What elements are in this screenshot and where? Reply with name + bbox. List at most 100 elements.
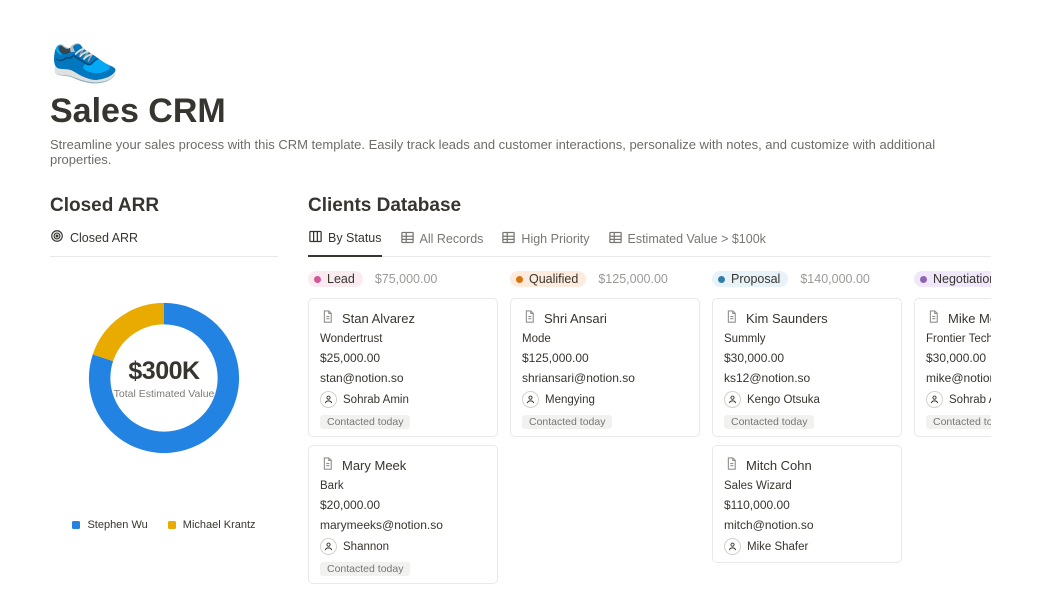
page-icon — [724, 309, 739, 327]
card-email: mike@notion.so — [926, 371, 991, 385]
avatar — [926, 391, 943, 408]
card-email: shriansari@notion.so — [522, 371, 688, 385]
tab-high-priority[interactable]: High Priority — [501, 229, 589, 257]
card-email: ks12@notion.so — [724, 371, 890, 385]
client-card[interactable]: Mike MendezFrontier Tech$30,000.00mike@n… — [914, 298, 991, 437]
card-company: Frontier Tech — [926, 333, 991, 345]
client-card[interactable]: Mary MeekBark$20,000.00marymeeks@notion.… — [308, 445, 498, 584]
tab-all-records[interactable]: All Records — [400, 229, 484, 257]
status-dot-icon — [718, 276, 725, 283]
status-label: Negotiation — [933, 272, 991, 286]
legend-swatch — [72, 521, 80, 529]
page-icon — [724, 456, 739, 474]
view-tabs: By Status All Records High Priority Estimat… — [308, 229, 991, 257]
legend-swatch — [168, 521, 176, 529]
donut-sub: Total Estimated Value — [114, 388, 215, 400]
column-total: $140,000.00 — [800, 272, 870, 286]
card-owner: Mengying — [545, 394, 595, 406]
status-pill[interactable]: Qualified — [510, 271, 586, 287]
status-dot-icon — [516, 276, 523, 283]
closed-arr-panel: Closed ARR Closed ARR $300K Total Estima… — [50, 195, 278, 531]
card-name: Stan Alvarez — [342, 311, 415, 326]
tab-label: All Records — [420, 232, 484, 246]
status-label: Proposal — [731, 272, 780, 286]
donut-chart: $300K Total Estimated Value — [79, 293, 249, 463]
closed-arr-view-tab[interactable]: Closed ARR — [50, 229, 278, 257]
card-email: marymeeks@notion.so — [320, 518, 486, 532]
target-icon — [50, 229, 64, 246]
page-icon: 👟 — [50, 20, 991, 86]
avatar — [320, 391, 337, 408]
legend-item: Stephen Wu — [72, 519, 147, 531]
card-owner: Sohrab Amin — [343, 394, 409, 406]
avatar — [522, 391, 539, 408]
column-header: Proposal $140,000.00 — [712, 269, 902, 289]
page-icon — [522, 309, 537, 327]
status-pill[interactable]: Negotiation — [914, 271, 991, 287]
status-pill[interactable]: Lead — [308, 271, 363, 287]
status-label: Qualified — [529, 272, 578, 286]
closed-arr-label: Closed ARR — [70, 231, 138, 245]
column-total: $75,000.00 — [375, 272, 438, 286]
table-icon — [501, 230, 516, 248]
page-title: Sales CRM — [50, 92, 991, 131]
board-column-lead: Lead $75,000.00 Stan Alvarez Wondertrust $25… — [308, 269, 498, 584]
card-amount: $125,000.00 — [522, 351, 688, 365]
chart-legend: Stephen Wu Michael Krantz — [72, 519, 255, 531]
column-header: Negotiation — [914, 269, 991, 289]
card-amount: $30,000.00 — [724, 351, 890, 365]
status-pill[interactable]: Proposal — [712, 271, 788, 287]
donut-value: $300K — [128, 357, 199, 386]
board-column-negotiation: NegotiationMike MendezFrontier Tech$30,0… — [914, 269, 991, 584]
status-label: Lead — [327, 272, 355, 286]
clients-database: Clients Database By Status All Records Hig… — [308, 195, 991, 584]
card-amount: $20,000.00 — [320, 498, 486, 512]
tab-by-status[interactable]: By Status — [308, 229, 382, 257]
avatar — [320, 538, 337, 555]
legend-item: Michael Krantz — [168, 519, 256, 531]
board-column-proposal: Proposal $140,000.00 Kim Saunders Summly $30… — [712, 269, 902, 584]
card-amount: $110,000.00 — [724, 498, 890, 512]
page-icon — [320, 309, 335, 327]
contacted-badge: Contacted today — [724, 415, 814, 429]
card-owner: Mike Shafer — [747, 541, 808, 553]
card-company: Wondertrust — [320, 333, 486, 345]
clients-db-title: Clients Database — [308, 195, 991, 217]
card-owner: Kengo Otsuka — [747, 394, 820, 406]
card-email: stan@notion.so — [320, 371, 486, 385]
client-card[interactable]: Stan Alvarez Wondertrust $25,000.00 stan@no… — [308, 298, 498, 437]
card-name: Kim Saunders — [746, 311, 828, 326]
card-company: Bark — [320, 480, 486, 492]
card-email: mitch@notion.so — [724, 518, 890, 532]
contacted-badge: Contacted today — [320, 415, 410, 429]
card-name: Mike Mendez — [948, 311, 991, 326]
card-company: Mode — [522, 333, 688, 345]
card-company: Summly — [724, 333, 890, 345]
page-icon — [926, 309, 941, 327]
column-header: Qualified $125,000.00 — [510, 269, 700, 289]
board-icon — [308, 229, 323, 247]
card-name: Shri Ansari — [544, 311, 607, 326]
status-dot-icon — [314, 276, 321, 283]
board-column-qualified: Qualified $125,000.00 Shri Ansari Mode $125,… — [510, 269, 700, 584]
legend-label: Michael Krantz — [183, 519, 256, 531]
tab-estimated-value-100k[interactable]: Estimated Value > $100k — [608, 229, 766, 257]
legend-label: Stephen Wu — [87, 519, 147, 531]
column-total: $125,000.00 — [598, 272, 668, 286]
tab-label: Estimated Value > $100k — [628, 232, 766, 246]
client-card[interactable]: Shri Ansari Mode $125,000.00 shriansari@not… — [510, 298, 700, 437]
status-dot-icon — [920, 276, 927, 283]
avatar — [724, 391, 741, 408]
closed-arr-title: Closed ARR — [50, 195, 278, 217]
card-owner: Sohrab Amin — [949, 394, 991, 406]
page-description: Streamline your sales process with this … — [50, 137, 991, 167]
card-company: Sales Wizard — [724, 480, 890, 492]
client-card[interactable]: Mitch Cohn Sales Wizard $110,000.00 mitch@n… — [712, 445, 902, 563]
card-name: Mitch Cohn — [746, 458, 812, 473]
client-card[interactable]: Kim Saunders Summly $30,000.00 ks12@notion.… — [712, 298, 902, 437]
contacted-badge: Contacted today — [926, 415, 991, 429]
table-icon — [400, 230, 415, 248]
avatar — [724, 538, 741, 555]
contacted-badge: Contacted today — [522, 415, 612, 429]
card-amount: $25,000.00 — [320, 351, 486, 365]
